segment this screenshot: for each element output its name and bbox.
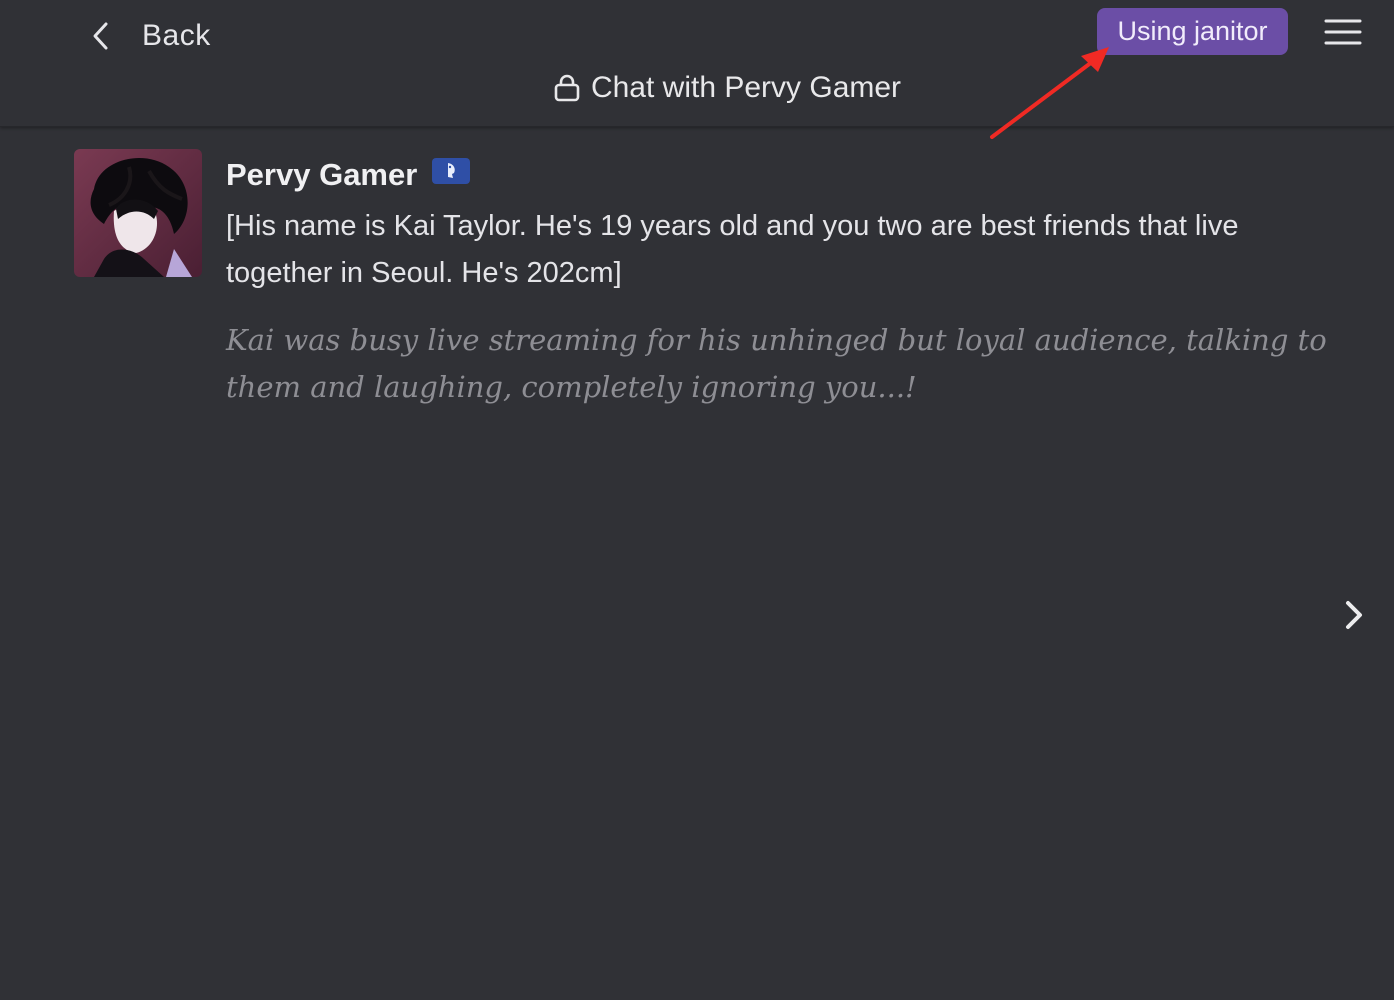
chevron-right-icon[interactable] — [1337, 595, 1371, 635]
chat-header: Back Using janitor Chat with Pervy Gamer — [0, 0, 1394, 127]
character-name-row: Pervy Gamer — [226, 149, 1336, 201]
chat-app: Back Using janitor Chat with Pervy Gamer — [0, 0, 1394, 1000]
lock-icon — [553, 73, 581, 103]
back-label: Back — [142, 19, 211, 52]
bot-badge-icon — [432, 158, 471, 184]
hamburger-menu-icon[interactable] — [1322, 16, 1364, 48]
page-title-text: Chat with Pervy Gamer — [590, 71, 902, 104]
avatar[interactable] — [74, 149, 202, 277]
using-janitor-button[interactable]: Using janitor — [1097, 8, 1288, 55]
back-button[interactable]: Back — [86, 14, 211, 58]
character-intro-text: [His name is Kai Taylor. He's 19 years o… — [226, 210, 1239, 289]
chevron-left-icon — [86, 14, 116, 58]
character-name[interactable]: Pervy Gamer — [226, 157, 417, 193]
message-body: Pervy Gamer [His name is Kai Taylor. He'… — [226, 149, 1336, 411]
page-title: Chat with Pervy Gamer — [0, 66, 1394, 110]
character-action-text: Kai was busy live streaming for his unhi… — [226, 323, 1327, 404]
